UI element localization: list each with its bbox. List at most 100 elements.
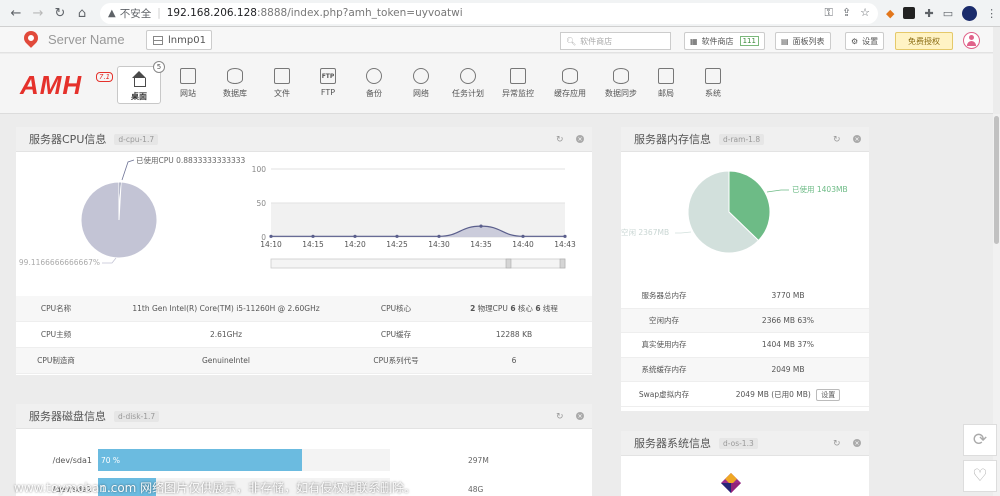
menu-monitor[interactable]: 异常监控 [496,64,540,102]
user-avatar-icon[interactable] [963,32,980,49]
menu-dots-icon[interactable]: ⋮ [986,7,997,20]
home-icon[interactable]: ⌂ [72,3,92,23]
menu-database[interactable]: 数据库 [213,64,257,102]
menu-system[interactable]: 系统 [691,64,735,102]
metamask-icon[interactable]: ◆ [886,7,894,20]
puzzle-icon[interactable]: ✚ [924,7,933,20]
settings-button[interactable]: ⚙ 设置 [845,32,885,50]
back-icon[interactable]: ← [6,3,26,23]
profile-avatar[interactable] [962,5,978,21]
globe-icon [413,68,429,84]
menu-network[interactable]: 网络 [399,64,443,102]
panel-list-button[interactable]: ▤ 面板列表 [775,32,831,50]
host-selector-button[interactable]: lnmp01 [146,30,212,50]
menu-cron[interactable]: 任务计划 [446,64,490,102]
close-icon[interactable]: × [853,439,861,447]
menu-label: 邮局 [658,89,674,98]
x-tick-label: 14:30 [428,240,450,249]
x-tick-label: 14:10 [260,240,282,249]
menu-ftp[interactable]: FTP FTP [306,64,350,102]
store-search-input[interactable]: 🔍︎ 软件商店 [560,32,671,50]
search-placeholder: 软件商店 [580,36,613,46]
favorite-float-button[interactable]: ♡ [963,460,997,492]
free-license-button[interactable]: 免费授权 [895,32,953,50]
scrollbar-thumb[interactable] [994,116,999,244]
menu-backup[interactable]: 备份 [352,64,396,102]
disk-size: 48G [468,484,484,494]
close-icon[interactable]: × [853,135,861,143]
host-name: lnmp01 [168,34,206,46]
pie-label: 已使用CPU 0.8833333333333 [136,155,246,165]
pie-label-line [675,231,692,234]
panel-tag: d-os-1.3 [719,437,758,449]
extension-icon[interactable] [903,7,916,19]
sidepanel-icon[interactable]: ▭ [943,7,953,20]
menu-cache[interactable]: 缓存应用 [548,64,592,102]
menu-sync[interactable]: 数据同步 [599,64,643,102]
key-icon[interactable]: ⚿ [825,6,833,20]
os-panel-header: 服务器系统信息 d-os-1.3 [621,431,869,456]
table-row: CPU名称 11th Gen Intel(R) Core(TM) i5-1126… [16,296,592,322]
close-icon[interactable]: × [576,135,584,143]
refresh-float-button[interactable]: ⟳ [963,424,997,456]
heart-icon: ♡ [972,466,988,486]
desktop-count-badge: 5 [153,61,165,73]
cell-key: CPU系列代号 [373,356,419,365]
refresh-icon[interactable]: ↻ [833,135,841,145]
cpu-charts: 已使用CPU 0.8833333333333 PU 99.116666666666… [16,155,576,269]
x-tick-label: 14:40 [512,240,534,249]
monitor-icon [510,68,526,84]
refresh-icon[interactable]: ↻ [556,412,564,422]
swap-settings-button[interactable]: 设置 [816,388,841,401]
x-tick-label: 14:15 [302,240,324,249]
gear-icon: ⚙ [851,36,859,46]
extensions-area: ◆ ✚ ▭ ⋮ [886,5,997,21]
home-icon [131,71,147,87]
navigator-handle [505,258,512,269]
disk-usage-track: 70 % [98,449,390,471]
cpu-area-chart: 10050014:10 14:15 14:20 14:25 14:30 14:35 14:4… [252,165,576,269]
cell-value: 6 [511,356,517,365]
panel-title: 服务器CPU信息 [29,133,107,146]
x-tick-label: 14:20 [344,240,366,249]
reload-icon[interactable]: ↻ [50,3,70,23]
cell-key: Swap虚拟内存 [638,389,690,399]
table-row: Swap虚拟内存 2049 MB (已用0 MB) 设置 [621,382,869,407]
menu-mail[interactable]: 邮局 [644,64,688,102]
clock-icon [460,68,476,84]
server-name[interactable]: Server Name [48,32,125,47]
top-bar: Server Name lnmp01 🔍︎ 软件商店 ▦ 软件商店 111 ▤ … [0,27,993,53]
store-label: 软件商店 [701,36,734,46]
watermark-text: www.toymoban.com 网络图片仅供展示，非存储，如有侵权请联系删除。 [14,481,417,495]
close-icon[interactable]: × [576,412,584,420]
menu-label: 数据库 [223,89,247,98]
cell-key: 系统缓存内存 [641,365,687,375]
data-point [563,234,567,238]
cell-value: 2 物理CPU 6 核心 6 线程 [436,303,592,314]
refresh-icon[interactable]: ↻ [833,439,841,449]
menu-file[interactable]: 文件 [260,64,304,102]
forward-icon[interactable]: → [28,3,48,23]
menu-label: 异常监控 [502,89,534,98]
disk-row: /dev/sda1 70 % 297M [16,448,592,472]
navigator-track [270,258,566,269]
menu-desktop[interactable]: 5 桌面 [117,61,165,104]
memory-panel-header: 服务器内存信息 d-ram-1.8 [621,127,869,152]
data-point [521,234,525,238]
cell-key: 空闲内存 [649,315,679,325]
software-store-button[interactable]: ▦ 软件商店 111 [684,32,765,50]
panel-tag: d-ram-1.8 [719,133,765,145]
menu-label: 数据同步 [605,89,637,98]
address-bar[interactable]: ▲ 不安全 | 192.168.206.128:8888/index.php?a… [100,2,878,24]
cell-key: CPU名称 [40,304,72,313]
menu-website[interactable]: 网站 [166,64,210,102]
share-icon[interactable]: ⇪ [842,6,851,20]
pie-label-line [766,189,789,193]
data-point [437,234,441,238]
cell-key: 真实使用内存 [641,340,687,350]
warning-icon: ▲ [108,7,116,19]
cell-key: CPU主频 [40,330,72,339]
refresh-icon[interactable]: ↻ [556,135,564,145]
data-point [395,234,399,238]
bookmark-star-icon[interactable]: ☆ [860,6,870,20]
